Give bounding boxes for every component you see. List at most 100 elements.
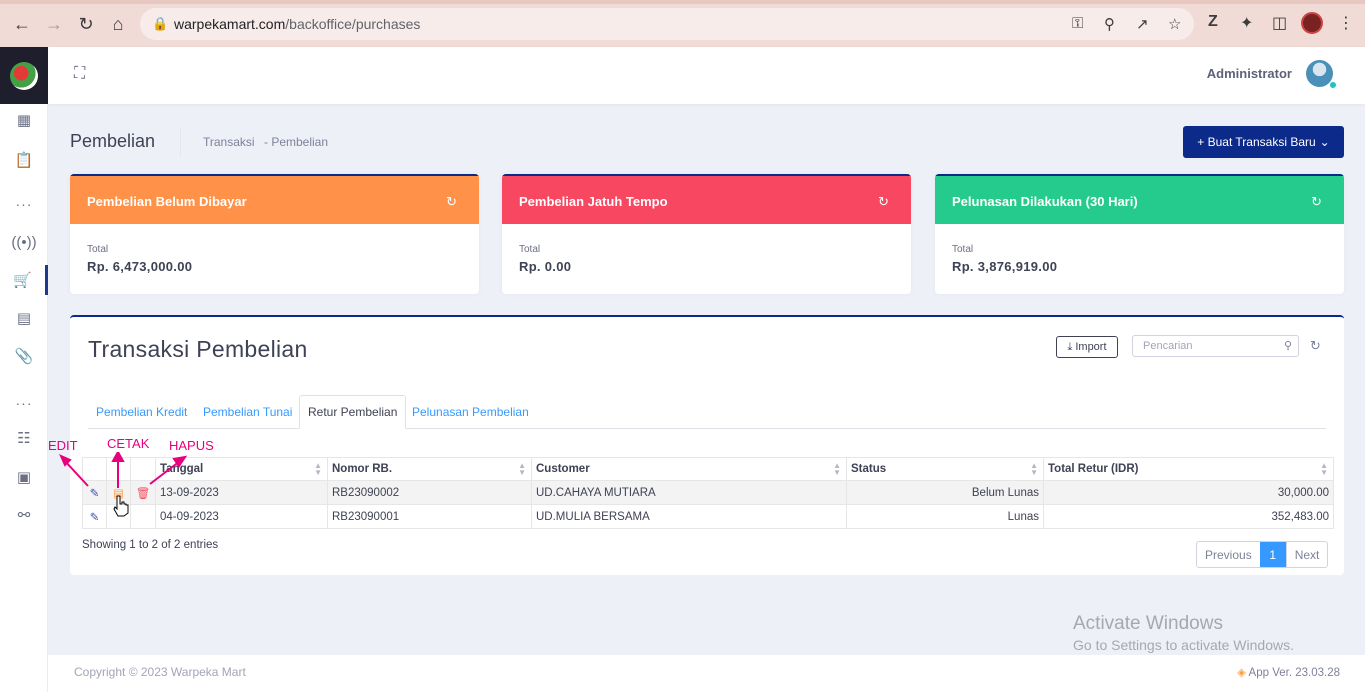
cell-status: Belum Lunas	[846, 480, 1044, 505]
user-avatar[interactable]	[1306, 60, 1337, 89]
extensions-icon[interactable]: ✦	[1240, 13, 1253, 33]
refresh-icon[interactable]: ↻	[1311, 194, 1322, 210]
col-header-customer[interactable]: Customer ▲ ▼	[531, 457, 847, 481]
section-dots-icon-2: ···	[15, 395, 33, 411]
cell-tanggal: 04-09-2023	[155, 504, 328, 529]
star-icon[interactable]: ☆	[1168, 15, 1181, 33]
address-bar[interactable]: 🔒 warpekamart.com/backoffice/purchases ⚿…	[140, 8, 1194, 40]
app-logo[interactable]	[0, 47, 48, 104]
menu-kebab-icon[interactable]: ⋮	[1338, 13, 1354, 33]
users-icon[interactable]: ⚯	[0, 500, 48, 530]
card-settled: Pelunasan Dilakukan (30 Hari) ↻ Total Rp…	[935, 174, 1344, 294]
tab-pelunasan-pembelian[interactable]: Pelunasan Pembelian	[404, 395, 537, 429]
watermark-line1: Activate Windows	[1073, 613, 1223, 634]
card-title: Pelunasan Dilakukan (30 Hari)	[952, 194, 1138, 209]
card-label: Total	[952, 244, 974, 255]
broadcast-icon[interactable]: ((•))	[0, 227, 48, 257]
card-header: Pelunasan Dilakukan (30 Hari) ↻	[935, 174, 1344, 224]
header-label: Total Retur (IDR)	[1048, 463, 1139, 475]
pagination-previous[interactable]: Previous	[1197, 542, 1260, 567]
card-unpaid: Pembelian Belum Dibayar ↻ Total Rp. 6,47…	[70, 174, 479, 294]
refresh-icon[interactable]: ↻	[878, 194, 889, 210]
search-icon[interactable]: ⚲	[1284, 339, 1292, 352]
book-icon[interactable]: ☷	[0, 423, 48, 453]
profile-avatar[interactable]	[1301, 12, 1323, 34]
online-status-dot	[1329, 81, 1337, 89]
url-text[interactable]: warpekamart.com/backoffice/purchases	[174, 16, 420, 32]
refresh-icon[interactable]: ↻	[446, 194, 457, 210]
search-box: ⚲	[1132, 335, 1299, 357]
annotation-edit: EDIT	[48, 438, 78, 453]
browser-chrome: ← → ↻ ⌂ 🔒 warpekamart.com/backoffice/pur…	[0, 0, 1365, 47]
header-label: Status	[851, 463, 887, 475]
card-value: Rp. 3,876,919.00	[952, 259, 1058, 274]
dashboard-icon[interactable]: ▦	[0, 105, 48, 135]
new-transaction-label: + Buat Transaksi Baru	[1197, 135, 1316, 149]
table-info: Showing 1 to 2 of 2 entries	[82, 539, 219, 551]
tab-strip	[0, 0, 1365, 4]
search-input[interactable]	[1133, 336, 1273, 356]
card-value: Rp. 6,473,000.00	[87, 259, 193, 274]
lock-icon: 🔒	[152, 16, 169, 31]
cell-nomor: RB23090001	[327, 504, 532, 529]
table-row: ✎ ▤ 🗑 13-09-2023 RB23090002 UD.CAHAYA MU…	[82, 480, 1334, 505]
user-name[interactable]: Administrator	[1207, 66, 1292, 81]
import-button[interactable]: ⤓ Import	[1056, 336, 1118, 358]
sort-icon: ▲ ▼	[833, 461, 841, 477]
card-label: Total	[87, 244, 109, 255]
sidepanel-icon[interactable]: ◫	[1272, 13, 1287, 33]
pagination-page[interactable]: 1	[1259, 542, 1286, 567]
clipboard-icon[interactable]: 📋	[0, 145, 48, 175]
watermark-line2: Go to Settings to activate Windows.	[1073, 637, 1294, 653]
calculator-icon[interactable]: ▤	[0, 303, 48, 333]
pagination-next[interactable]: Next	[1285, 542, 1328, 567]
key-icon[interactable]: ⚿	[1072, 15, 1083, 32]
col-header-status[interactable]: Status ▲ ▼	[846, 457, 1044, 481]
page-title: Pembelian	[70, 131, 156, 151]
tab-pembelian-kredit[interactable]: Pembelian Kredit	[88, 395, 195, 429]
breadcrumb-pembelian[interactable]: - Pembelian	[264, 135, 328, 149]
tab-bar: Pembelian Kredit Pembelian Tunai Retur P…	[88, 395, 1326, 429]
back-icon[interactable]: ←	[10, 12, 34, 36]
col-header-nomor[interactable]: Nomor RB. ▲ ▼	[327, 457, 532, 481]
box-icon[interactable]: ▣	[0, 462, 48, 492]
section-dots-icon: ···	[15, 196, 33, 212]
fullscreen-icon[interactable]: ⛶	[74, 65, 85, 83]
paperclip-icon[interactable]: 📎	[0, 341, 48, 371]
tab-pembelian-tunai[interactable]: Pembelian Tunai	[195, 395, 300, 429]
edit-icon[interactable]: ✎	[82, 504, 107, 529]
card-due: Pembelian Jatuh Tempo ↻ Total Rp. 0.00	[502, 174, 911, 294]
annotation-arrows	[59, 452, 188, 488]
refresh-icon[interactable]: ↻	[1310, 338, 1321, 354]
header-label: Nomor RB.	[332, 463, 393, 475]
tab-retur-pembelian[interactable]: Retur Pembelian	[299, 395, 407, 429]
import-label: Import	[1075, 341, 1107, 353]
sort-icon: ▲ ▼	[314, 461, 322, 477]
card-label: Total	[519, 244, 541, 255]
col-header-total[interactable]: Total Retur (IDR) ▲ ▼	[1043, 457, 1334, 481]
reload-icon[interactable]: ↻	[74, 12, 98, 36]
chevron-down-icon: ⌄	[1319, 135, 1330, 149]
cell-customer: UD.MULIA BERSAMA	[531, 504, 847, 529]
card-title: Pembelian Belum Dibayar	[87, 194, 247, 209]
forward-icon[interactable]: →	[42, 12, 66, 36]
header-label: Customer	[536, 463, 590, 475]
arrow-edit	[63, 459, 89, 487]
share-icon[interactable]: ↗	[1136, 15, 1149, 33]
breadcrumb-transaksi[interactable]: Transaksi	[203, 135, 255, 149]
sort-icon: ▲ ▼	[1320, 461, 1328, 477]
cell-total: 352,483.00	[1043, 504, 1334, 529]
sort-icon: ▲ ▼	[1030, 461, 1038, 477]
layers-icon: ◈	[1237, 667, 1246, 679]
card-header: Pembelian Belum Dibayar ↻	[70, 174, 479, 224]
home-icon[interactable]: ⌂	[106, 12, 130, 36]
cell-status: Lunas	[846, 504, 1044, 529]
transactions-panel: Transaksi Pembelian ⤓Import ⚲ ↻ Pembelia…	[70, 315, 1344, 575]
cell-customer: UD.CAHAYA MUTIARA	[531, 480, 847, 505]
zoom-icon[interactable]: ⚲	[1104, 15, 1115, 33]
cart-icon[interactable]: 🛒	[0, 265, 48, 295]
url-path: /backoffice/purchases	[285, 16, 421, 32]
annotation-hapus: HAPUS	[169, 438, 214, 453]
zotero-extension-icon[interactable]: Z	[1208, 13, 1218, 31]
new-transaction-button[interactable]: + Buat Transaksi Baru ⌄	[1183, 126, 1344, 158]
